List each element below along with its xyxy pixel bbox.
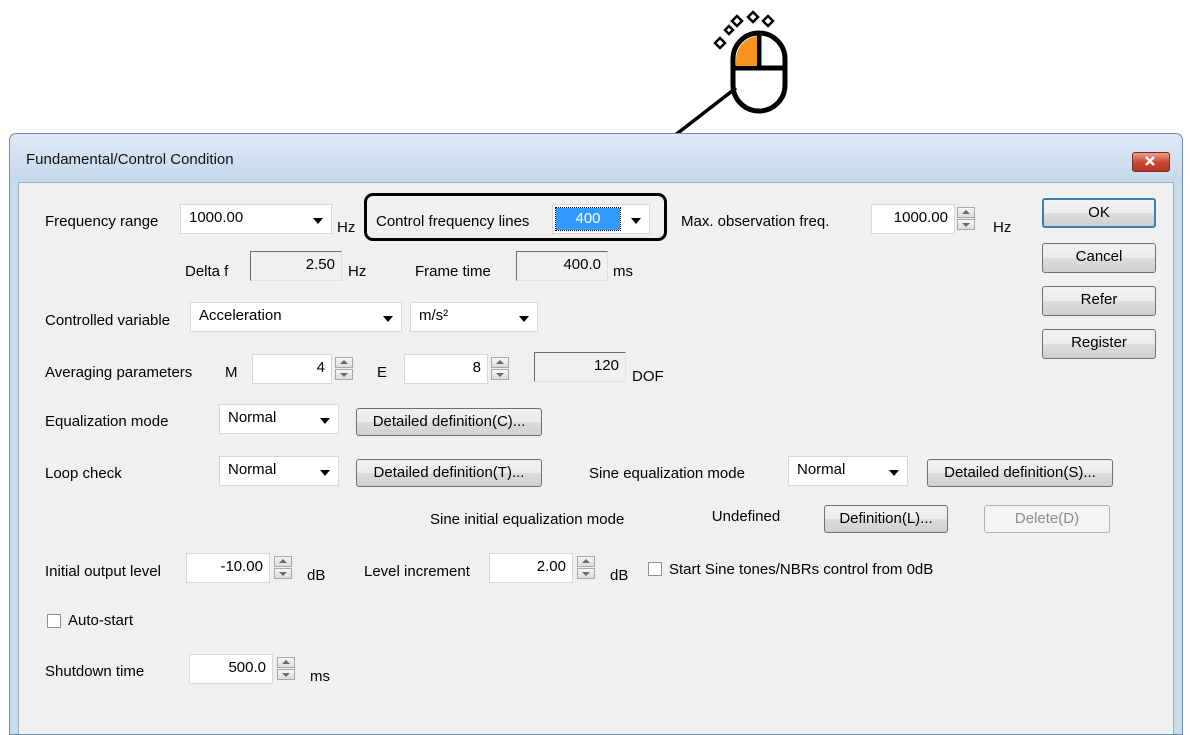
shutdown-time-value: 500.0	[228, 659, 266, 676]
dof-field: 120	[534, 352, 626, 382]
frequency-range-label: Frequency range	[45, 213, 159, 230]
controlled-variable-unit-value: m/s²	[419, 307, 449, 324]
averaging-m-field[interactable]: 4	[252, 354, 332, 384]
chevron-down-icon	[320, 418, 330, 424]
averaging-e-spinner[interactable]	[491, 357, 509, 381]
equalization-mode-select[interactable]: Normal	[219, 404, 339, 434]
averaging-e-value: 8	[472, 359, 481, 376]
shutdown-time-field[interactable]: 500.0	[189, 654, 273, 684]
control-frequency-lines-select[interactable]: 400	[552, 204, 650, 234]
start-from-0db-checkbox[interactable]	[648, 562, 662, 576]
frequency-range-select[interactable]: 1000.00	[180, 204, 332, 234]
averaging-m-spinner[interactable]	[335, 357, 353, 381]
max-observation-freq-value: 1000.00	[893, 209, 948, 226]
averaging-m-label: M	[225, 364, 238, 381]
level-increment-label: Level increment	[364, 563, 470, 580]
register-button[interactable]: Register	[1042, 329, 1156, 359]
loop-check-value: Normal	[228, 461, 277, 478]
shutdown-time-label: Shutdown time	[45, 663, 145, 680]
sine-initial-equalization-mode-value: Undefined	[711, 508, 781, 525]
controlled-variable-value: Acceleration	[199, 307, 282, 324]
initial-output-level-spinner[interactable]	[274, 556, 292, 580]
loop-check-label: Loop check	[45, 465, 122, 482]
level-increment-spinner[interactable]	[577, 556, 595, 580]
averaging-parameters-label: Averaging parameters	[45, 364, 193, 381]
chevron-down-icon	[383, 316, 393, 322]
auto-start-checkbox[interactable]	[47, 614, 61, 628]
start-from-0db-label: Start Sine tones/NBRs control from 0dB	[669, 561, 934, 578]
initial-output-level-unit: dB	[307, 567, 326, 584]
max-observation-freq-spinner[interactable]	[957, 207, 975, 231]
controlled-variable-select[interactable]: Acceleration	[190, 302, 402, 332]
frequency-range-value: 1000.00	[189, 209, 244, 226]
frame-time-unit: ms	[613, 263, 633, 280]
max-observation-freq-field[interactable]: 1000.00	[871, 204, 955, 234]
auto-start-label: Auto-start	[68, 612, 134, 629]
control-frequency-lines-label: Control frequency lines	[376, 213, 530, 230]
sine-equalization-mode-select[interactable]: Normal	[788, 456, 908, 486]
level-increment-field[interactable]: 2.00	[489, 553, 573, 583]
max-observation-freq-unit: Hz	[993, 219, 1012, 236]
dialog-title: Fundamental/Control Condition	[26, 151, 234, 168]
close-icon	[1145, 156, 1155, 166]
equalization-mode-value: Normal	[228, 409, 277, 426]
sine-initial-equalization-mode-label: Sine initial equalization mode	[430, 511, 625, 528]
close-button[interactable]	[1132, 152, 1170, 172]
initial-output-level-field[interactable]: -10.00	[186, 553, 270, 583]
chevron-down-icon	[519, 316, 529, 322]
level-increment-unit: dB	[610, 567, 629, 584]
chevron-down-icon	[313, 218, 323, 224]
initial-output-level-label: Initial output level	[45, 563, 161, 580]
delta-f-label: Delta f	[185, 263, 229, 280]
sine-initial-definition-button[interactable]: Definition(L)...	[824, 505, 948, 533]
ok-button[interactable]: OK	[1042, 198, 1156, 228]
delta-f-unit: Hz	[348, 263, 367, 280]
initial-output-level-value: -10.00	[220, 558, 263, 575]
chevron-down-icon	[889, 470, 899, 476]
averaging-e-label: E	[377, 364, 388, 381]
averaging-e-field[interactable]: 8	[404, 354, 488, 384]
level-increment-value: 2.00	[536, 558, 566, 575]
cancel-button[interactable]: Cancel	[1042, 243, 1156, 273]
sine-equalization-mode-value: Normal	[797, 461, 846, 478]
control-frequency-lines-value: 400	[555, 207, 621, 231]
chevron-down-icon	[631, 218, 641, 224]
dof-label: DOF	[632, 368, 664, 385]
controlled-variable-label: Controlled variable	[45, 312, 171, 329]
title-bar[interactable]: Fundamental/Control Condition	[10, 134, 1182, 182]
controlled-variable-unit-select[interactable]: m/s²	[410, 302, 538, 332]
max-observation-freq-label: Max. observation freq.	[681, 213, 830, 230]
shutdown-time-unit: ms	[310, 668, 330, 685]
frame-time-value: 400.0	[563, 256, 601, 273]
loop-check-select[interactable]: Normal	[219, 456, 339, 486]
chevron-down-icon	[320, 470, 330, 476]
shutdown-time-spinner[interactable]	[277, 657, 295, 681]
equalization-detailed-definition-button[interactable]: Detailed definition(C)...	[356, 408, 542, 436]
sine-initial-delete-button[interactable]: Delete(D)	[984, 505, 1110, 533]
delta-f-field: 2.50	[250, 251, 342, 281]
averaging-m-value: 4	[316, 359, 325, 376]
dof-value: 120	[593, 357, 619, 374]
frequency-range-unit: Hz	[337, 219, 356, 236]
frame-time-field: 400.0	[516, 251, 608, 281]
sine-equalization-mode-label: Sine equalization mode	[589, 465, 745, 482]
equalization-mode-label: Equalization mode	[45, 413, 169, 430]
frame-time-label: Frame time	[415, 263, 491, 280]
loop-check-detailed-definition-button[interactable]: Detailed definition(T)...	[356, 459, 542, 487]
sine-equalization-detailed-definition-button[interactable]: Detailed definition(S)...	[927, 459, 1113, 487]
delta-f-value: 2.50	[305, 256, 335, 273]
refer-button[interactable]: Refer	[1042, 286, 1156, 316]
